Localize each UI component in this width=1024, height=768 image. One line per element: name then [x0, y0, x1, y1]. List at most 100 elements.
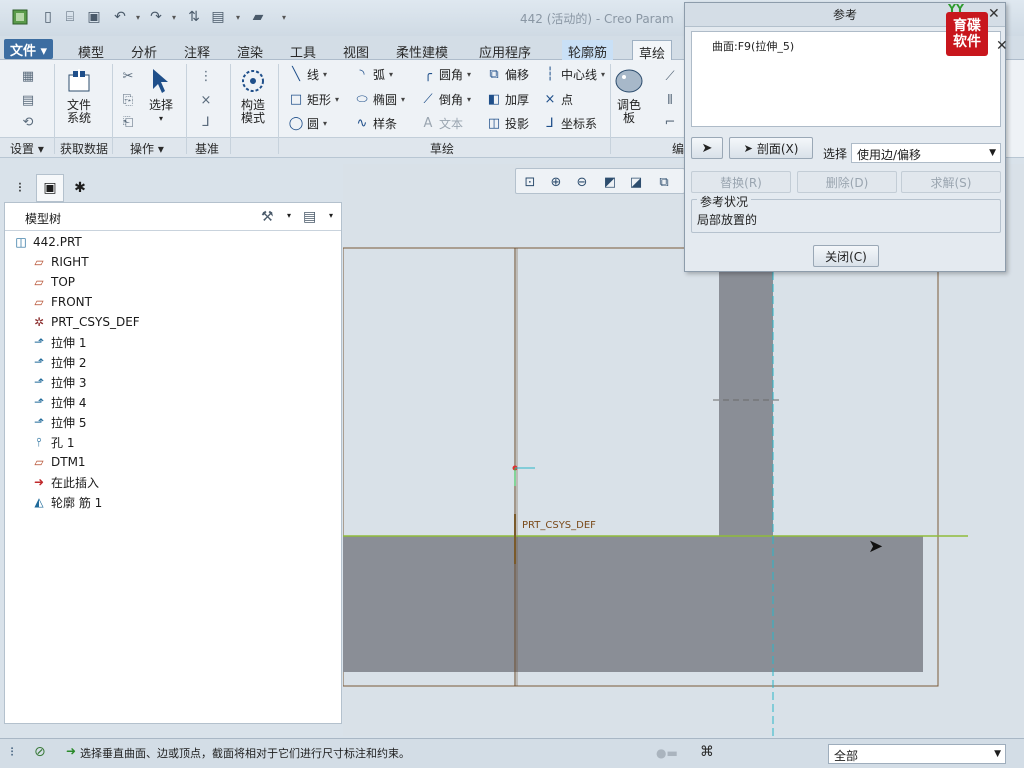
favorites-tab-icon[interactable]: ✱ — [66, 174, 94, 202]
project-tool[interactable]: ◫ 投影 — [486, 115, 529, 132]
windows-dropdown-icon[interactable]: ▾ — [228, 7, 248, 27]
delete-button[interactable]: 删除(D) — [797, 171, 897, 193]
find-icon[interactable]: ⌘ — [700, 744, 714, 760]
sketch-setup-icon[interactable]: ▦ — [20, 68, 36, 84]
paste-icon[interactable]: ⎗ — [120, 114, 136, 130]
palette-button[interactable]: 调色 板 — [614, 66, 644, 125]
message-arrow-icon: ➜ — [66, 744, 77, 758]
model-tree-tab-icon[interactable]: ⁝ — [6, 174, 34, 202]
tab-sketch[interactable]: 草绘 — [632, 40, 673, 62]
navigator-toggle-icon[interactable]: ⁝ — [10, 745, 14, 760]
coordinate-system-tool[interactable]: ⅃ 坐标系 — [542, 115, 597, 132]
selection-filter-dropdown[interactable]: 全部 ▼ — [828, 744, 1006, 764]
tree-settings-icon[interactable]: ⚒ — [261, 209, 274, 225]
customize-toolbar-icon[interactable]: ▾ — [274, 7, 294, 27]
sketch-view-icon[interactable]: ⟲ — [20, 114, 36, 130]
tree-show-dropdown-icon[interactable]: ▾ — [329, 211, 333, 220]
solve-button[interactable]: 求解(S) — [901, 171, 1001, 193]
edit-mirror-icon[interactable]: ⫴ — [662, 92, 678, 108]
tree-settings-dropdown-icon[interactable]: ▾ — [287, 211, 291, 220]
tree-item-extrude-4[interactable]: ⬏ 拉伸 4 — [31, 393, 86, 411]
tree-item-front[interactable]: ▱ FRONT — [31, 293, 92, 311]
file-system-button[interactable]: 文件 系统 — [64, 66, 94, 125]
window-close-icon[interactable]: ✕ — [996, 38, 1008, 54]
group-setup[interactable]: 设置 ▾ — [10, 140, 44, 157]
cut-icon[interactable]: ✂ — [120, 68, 136, 84]
tree-item-insert-here[interactable]: ➜ 在此插入 — [31, 473, 99, 491]
arc-tool[interactable]: ◝ 弧 ▾ — [354, 66, 393, 83]
construction-mode-button[interactable]: 构造 模式 — [238, 66, 268, 125]
display-style-icon[interactable]: ◪ — [626, 172, 646, 192]
tree-item-top[interactable]: ▱ TOP — [31, 273, 75, 291]
open-file-icon[interactable]: ⌸ — [60, 7, 80, 27]
tab-file[interactable]: 文件 ▾ — [4, 39, 54, 59]
tree-item-hole-1[interactable]: ⫯ 孔 1 — [31, 433, 74, 451]
circle-tool[interactable]: ◯ 圆 ▾ — [288, 115, 327, 132]
browser-toggle-icon[interactable]: ⊘ — [34, 744, 46, 760]
text-tool[interactable]: A 文本 — [420, 115, 463, 132]
tab-render[interactable]: 渲染 — [231, 40, 269, 61]
reference-list-item[interactable]: 曲面:F9(拉伸_5) — [712, 38, 794, 54]
datum-point-icon[interactable]: × — [198, 92, 214, 108]
tree-show-icon[interactable]: ▤ — [303, 209, 316, 225]
tree-item-extrude-1[interactable]: ⬏ 拉伸 1 — [31, 333, 86, 351]
tab-view[interactable]: 视图 — [337, 40, 375, 61]
close-button[interactable]: 关闭(C) — [813, 245, 879, 267]
chamfer-tool[interactable]: ⟋ 倒角 ▾ — [420, 91, 471, 108]
spline-tool[interactable]: ∿ 样条 — [354, 115, 397, 132]
tab-model[interactable]: 模型 — [72, 40, 110, 61]
tree-item-profile-rib-1[interactable]: ◭ 轮廓 筋 1 — [31, 493, 102, 511]
tab-applications[interactable]: 应用程序 — [473, 40, 537, 61]
tree-item-dtm1[interactable]: ▱ DTM1 — [31, 453, 85, 471]
point-tool[interactable]: × 点 — [542, 91, 573, 108]
undo-icon[interactable]: ↶ — [110, 7, 130, 27]
regenerate-icon[interactable]: ⇅ — [184, 7, 204, 27]
save-icon[interactable]: ▣ — [84, 7, 104, 27]
tree-item-extrude-3[interactable]: ⬏ 拉伸 3 — [31, 373, 86, 391]
thicken-tool[interactable]: ◧ 加厚 — [486, 91, 529, 108]
tree-root[interactable]: ◫ 442.PRT — [13, 233, 81, 251]
copy-icon[interactable]: ⎘ — [120, 92, 136, 108]
refit-icon[interactable]: ⊡ — [520, 172, 540, 192]
rectangle-tool[interactable]: □ 矩形 ▾ — [288, 91, 339, 108]
offset-tool[interactable]: ⧉ 偏移 — [486, 66, 529, 83]
group-operations[interactable]: 操作 ▾ — [130, 140, 164, 157]
section-button[interactable]: ➤ 剖面(X) — [729, 137, 813, 159]
tree-item-right[interactable]: ▱ RIGHT — [31, 253, 88, 271]
close-window-icon[interactable]: ▰ — [248, 7, 268, 27]
tree-item-csys[interactable]: ✲ PRT_CSYS_DEF — [31, 313, 140, 331]
datum-centerline-icon[interactable]: ⋮ — [198, 68, 214, 84]
line-tool[interactable]: ╲ 线 ▾ — [288, 66, 327, 83]
tab-tools[interactable]: 工具 — [284, 40, 322, 61]
dialog-close-icon[interactable]: ✕ — [988, 6, 1000, 22]
tab-annotate[interactable]: 注释 — [178, 40, 216, 61]
saved-views-icon[interactable]: ⧉ — [654, 172, 674, 192]
datum-csys-icon[interactable]: ⅃ — [198, 114, 214, 130]
windows-icon[interactable]: ▤ — [208, 7, 228, 27]
redo-dropdown-icon[interactable]: ▾ — [164, 7, 184, 27]
zoom-in-icon[interactable]: ⊕ — [546, 172, 566, 192]
tree-item-extrude-2[interactable]: ⬏ 拉伸 2 — [31, 353, 86, 371]
zoom-out-icon[interactable]: ⊖ — [572, 172, 592, 192]
folder-browser-tab-icon[interactable]: ▣ — [36, 174, 64, 202]
tab-profile-rib[interactable]: 轮廓筋 — [562, 40, 614, 61]
centerline-tool[interactable]: ┆ 中心线 ▾ — [542, 66, 605, 83]
redo-icon[interactable]: ↷ — [146, 7, 166, 27]
tab-flexible-modeling[interactable]: 柔性建模 — [390, 40, 454, 61]
undo-dropdown-icon[interactable]: ▾ — [128, 7, 148, 27]
replace-button[interactable]: 替换(R) — [691, 171, 791, 193]
new-file-icon[interactable]: ▯ — [38, 7, 58, 27]
app-icon — [10, 7, 30, 27]
select-filter-dropdown[interactable]: 使用边/偏移 ▼ — [851, 143, 1001, 163]
file-system-icon — [64, 66, 94, 96]
edit-modify-icon[interactable]: ⟋ — [662, 68, 678, 84]
select-reference-button[interactable]: ➤ — [691, 137, 723, 159]
tab-analysis[interactable]: 分析 — [125, 40, 163, 61]
tree-item-extrude-5[interactable]: ⬏ 拉伸 5 — [31, 413, 86, 431]
fillet-tool[interactable]: ╭ 圆角 ▾ — [420, 66, 471, 83]
select-button[interactable]: 选择 ▾ — [146, 66, 176, 125]
edit-trim-icon[interactable]: ⌐ — [662, 114, 678, 130]
ellipse-tool[interactable]: ⬭ 椭圆 ▾ — [354, 91, 405, 108]
repaint-icon[interactable]: ◩ — [600, 172, 620, 192]
reference-icon[interactable]: ▤ — [20, 92, 36, 108]
